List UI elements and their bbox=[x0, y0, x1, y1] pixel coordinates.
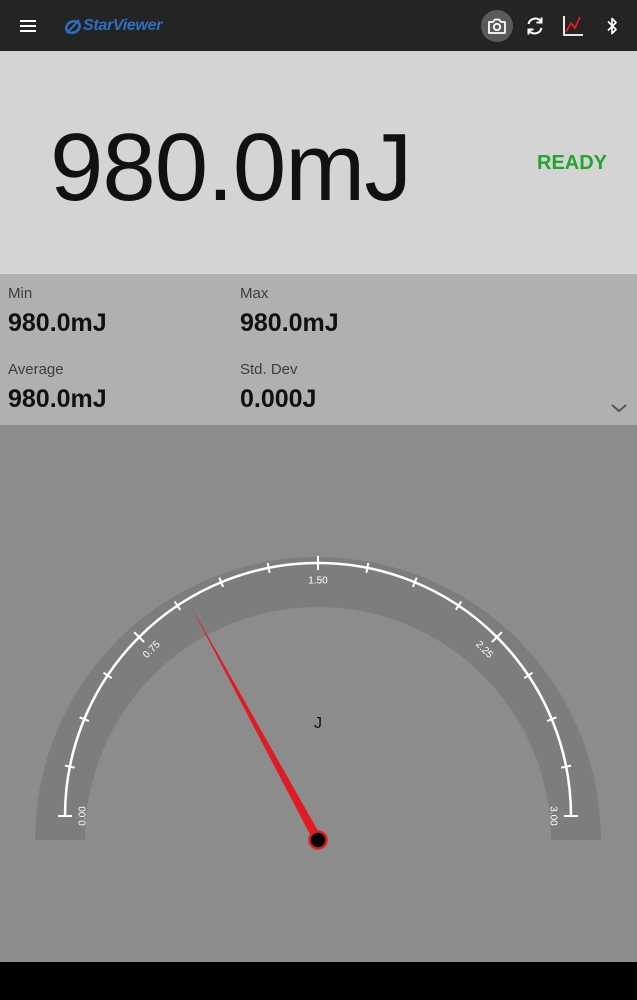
refresh-icon bbox=[527, 17, 543, 35]
max-value: 980.0mJ bbox=[240, 309, 339, 337]
gauge-tick-label: 1.50 bbox=[308, 576, 328, 587]
max-label: Max bbox=[240, 285, 269, 302]
chart-icon bbox=[563, 16, 583, 36]
brand-name: StarViewer bbox=[83, 17, 163, 34]
camera-icon bbox=[488, 18, 506, 34]
expand-stats-button[interactable] bbox=[608, 400, 630, 416]
gauge-panel: 0.00 0.75 1.50 2.25 3.00 J bbox=[0, 425, 637, 962]
brand-swoosh-icon bbox=[65, 19, 81, 34]
bluetooth-icon bbox=[607, 17, 617, 35]
navigation-bar bbox=[0, 962, 637, 1000]
average-value: 980.0mJ bbox=[8, 385, 107, 413]
hamburger-menu-icon[interactable] bbox=[16, 13, 42, 39]
average-label: Average bbox=[8, 361, 64, 378]
std-dev-value: 0.000J bbox=[240, 385, 317, 413]
energy-reading: 980.0mJ bbox=[50, 114, 412, 221]
gauge-unit: J bbox=[314, 715, 322, 732]
gauge-band bbox=[35, 557, 601, 840]
refresh-button[interactable] bbox=[519, 10, 551, 42]
std-dev-label: Std. Dev bbox=[240, 361, 298, 378]
min-value: 980.0mJ bbox=[8, 309, 107, 337]
chevron-down-icon bbox=[611, 404, 627, 413]
camera-button[interactable] bbox=[481, 10, 513, 42]
chart-button[interactable] bbox=[557, 10, 589, 42]
gauge-tick-label: 3.00 bbox=[547, 806, 558, 826]
status-indicator: READY bbox=[537, 152, 608, 174]
brand-logo: StarViewer bbox=[64, 14, 162, 38]
gauge-tick-label: 0.00 bbox=[78, 806, 89, 826]
gauge-needle bbox=[190, 604, 322, 843]
bluetooth-button[interactable] bbox=[596, 10, 628, 42]
analog-gauge: 0.000.751.502.253.00 J bbox=[35, 556, 601, 850]
min-label: Min bbox=[8, 285, 33, 302]
needle-pivot bbox=[308, 830, 328, 850]
app-toolbar: StarViewer bbox=[0, 0, 637, 51]
statistics-panel: Min 980.0mJ Max 980.0mJ Average 980.0mJ … bbox=[0, 274, 637, 425]
reading-panel: 980.0mJ READY bbox=[0, 51, 637, 274]
